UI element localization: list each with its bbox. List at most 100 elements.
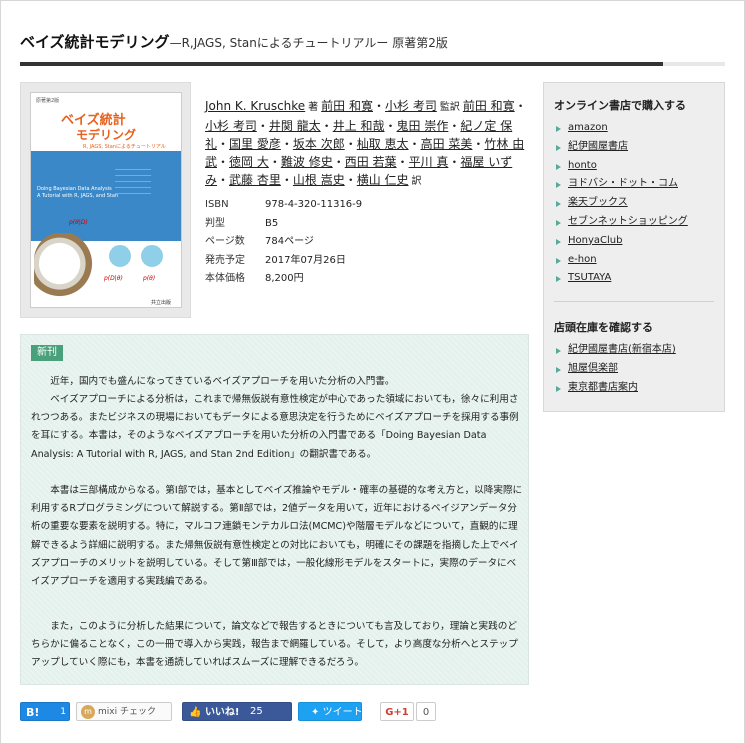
spec-key: ISBN (205, 199, 229, 210)
cover-formula: p(θ|D) (69, 219, 88, 226)
spec-key: 本体価格 (205, 273, 245, 284)
store-link-label[interactable]: TSUTAYA (568, 272, 611, 283)
store-link-item[interactable]: ヨドバシ・ドット・コム (556, 175, 688, 194)
sidebar-divider (554, 301, 714, 302)
page-title: ベイズ統計モデリング—R,JAGS, Stanによるチュートリアルー 原著第2版 (20, 31, 725, 52)
store-link-item[interactable]: TSUTAYA (556, 269, 688, 288)
cover-dog-image (34, 233, 98, 301)
description-paragraph: また，このように分析した結果について，論文などで報告するときについても言及してお… (31, 621, 518, 669)
translator-link[interactable]: 平川 真 (409, 155, 449, 169)
hatena-count: 1 (60, 707, 66, 717)
twitter-bird-icon: ✦ (311, 707, 320, 718)
spec-key: 判型 (205, 217, 225, 229)
store-link-item[interactable]: 楽天ブックス (556, 194, 688, 213)
store-link-label[interactable]: honto (568, 160, 597, 171)
translator-link[interactable]: 坂本 次郎 (293, 137, 345, 151)
spec-row: ISBN 978-4-320-11316-9 (205, 196, 362, 215)
tweet-button[interactable]: ✦ ツイート (298, 702, 363, 721)
spec-value: 784ページ (265, 236, 314, 247)
store-link-item[interactable]: セブンネットショッピング (556, 213, 688, 232)
supervisor-link[interactable]: 小杉 考司 (385, 99, 437, 113)
translator-link[interactable]: 山根 嵩史 (293, 173, 345, 187)
spec-key: ページ数 (205, 236, 245, 247)
translator-link[interactable]: 国里 愛彦 (229, 137, 281, 151)
role-label: ・ (344, 137, 357, 151)
book-spec-table: ISBN 978-4-320-11316-9 判型 B5 ページ数 784ページ発売予定 2… (205, 196, 362, 289)
role-label: ・ (256, 119, 269, 133)
spec-value: 978-4-320-11316-9 (265, 199, 363, 210)
store-link-item[interactable]: amazon (556, 119, 688, 138)
book-subtitle: —R,JAGS, Stanによるチュートリアルー 原著第2版 (169, 36, 448, 50)
translator-link[interactable]: 前田 和寛 (463, 99, 515, 113)
spec-value: B5 (265, 217, 279, 229)
cover-edition: 原著第2版 (36, 98, 60, 104)
author-link[interactable]: John K. Kruschke (205, 99, 305, 113)
spec-row: 本体価格 8,200円 (205, 270, 362, 289)
book-cover-image[interactable]: 原著第2版 ベイズ統計 モデリング R, JAGS, Stanによるチュートリア… (30, 92, 182, 308)
cover-publisher: 共立出版 (151, 300, 172, 306)
store-link-label[interactable]: セブンネットショッピング (568, 216, 688, 227)
description-paragraph: 近年，国内でも盛んになってきているベイズアプローチを用いた分析の入門書。 (50, 376, 395, 387)
new-release-badge: 新刊 (31, 345, 63, 361)
store-link-label[interactable]: 東京都書店案内 (568, 382, 638, 393)
thumbs-up-icon: 👍 (189, 707, 202, 718)
translator-link[interactable]: 武藤 杏里 (229, 173, 281, 187)
mixi-check-button[interactable]: m mixi チェック (76, 702, 172, 721)
description-paragraph: ベイズアプローチによる分析は，これまで帰無仮説有意性検定が中心であった領域におい… (31, 394, 519, 460)
hatena-icon: B! (26, 706, 40, 719)
store-link-item[interactable]: 紀伊國屋書店(新宿本店) (556, 341, 676, 360)
store-link-item[interactable]: HonyaClub (556, 232, 688, 251)
role-label: ・ (448, 155, 461, 169)
translator-link[interactable]: 井関 龍太 (269, 119, 321, 133)
spec-value: 8,200円 (265, 273, 304, 284)
hatena-bookmark-button[interactable]: B! 1 (20, 702, 70, 721)
tweet-label: ツイート (322, 707, 363, 718)
translator-link[interactable]: 杣取 恵太 (357, 137, 409, 151)
role-label: ・ (472, 137, 485, 151)
description-box: 新刊 近年，国内でも盛んになってきているベイズアプローチを用いた分析の入門書。 … (20, 334, 529, 685)
store-link-label[interactable]: HonyaClub (568, 235, 622, 246)
supervisor-link[interactable]: 前田 和寛 (321, 99, 373, 113)
role-label: ・ (332, 155, 345, 169)
role-label: ・ (384, 119, 397, 133)
store-link-label[interactable]: 紀伊國屋書店(新宿本店) (568, 344, 676, 355)
translator-link[interactable]: 西田 若葉 (345, 155, 397, 169)
role-label: 著 (308, 102, 319, 113)
cover-frame: 原著第2版 ベイズ統計 モデリング R, JAGS, Stanによるチュートリア… (20, 82, 191, 318)
cover-formula-2: p(D|θ) (104, 275, 123, 282)
cover-title-3: R, JAGS, Stanによるチュートリアル (83, 144, 166, 150)
translator-link[interactable]: 難波 修史 (281, 155, 333, 169)
store-link-item[interactable]: e-hon (556, 251, 688, 270)
translator-link[interactable]: 高田 菜美 (421, 137, 473, 151)
role-label: ・ (344, 173, 357, 187)
facebook-like-button[interactable]: 👍 いいね! 25 (182, 702, 292, 721)
translator-link[interactable]: 井上 和哉 (333, 119, 385, 133)
store-link-label[interactable]: 紀伊國屋書店 (568, 141, 628, 152)
role-label: ・ (373, 99, 386, 113)
store-link-label[interactable]: 旭屋倶楽部 (568, 363, 618, 374)
store-link-label[interactable]: 楽天ブックス (568, 197, 628, 208)
translator-link[interactable]: 徳岡 大 (229, 155, 269, 169)
online-stores-heading: オンライン書店で購入する (554, 99, 686, 112)
role-label: ・ (217, 155, 230, 169)
store-link-item[interactable]: 東京都書店案内 (556, 379, 676, 398)
google-plus-button[interactable]: G+1 (380, 702, 414, 721)
author-credits: John K. Kruschke 著前田 和寛・小杉 考司 監訳 前田 和寛・小杉 考… (205, 97, 528, 191)
store-link-item[interactable]: 紀伊國屋書店 (556, 138, 688, 157)
translator-link[interactable]: 小杉 考司 (205, 119, 257, 133)
role-label: ・ (408, 137, 421, 151)
purchase-sidebar: オンライン書店で購入する amazon 紀伊國屋書店 honto ヨドバシ・ドット・コ… (543, 82, 725, 412)
spec-row: 発売予定 2017年07月26日 (205, 252, 362, 271)
translator-link[interactable]: 鬼田 崇作 (397, 119, 449, 133)
store-link-label[interactable]: e-hon (568, 254, 597, 265)
role-label: ・ (396, 155, 409, 169)
store-link-label[interactable]: amazon (568, 122, 608, 133)
cover-title-2: モデリング (76, 128, 137, 142)
store-link-item[interactable]: honto (556, 157, 688, 176)
mixi-label: mixi チェック (98, 707, 156, 717)
translator-link[interactable]: 横山 仁史 (357, 173, 409, 187)
spec-row: ページ数 784ページ (205, 233, 362, 252)
store-link-item[interactable]: 旭屋倶楽部 (556, 360, 676, 379)
store-link-label[interactable]: ヨドバシ・ドット・コム (568, 178, 678, 189)
cover-dog-circle-2 (139, 243, 165, 269)
